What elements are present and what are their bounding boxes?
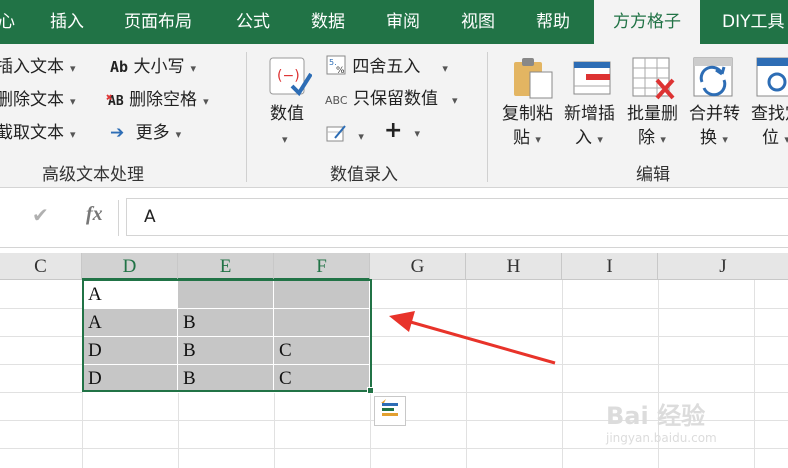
plus-icon: + bbox=[384, 118, 403, 143]
add-insert-label-2: 入 bbox=[575, 128, 592, 148]
column-header-g[interactable]: G bbox=[370, 253, 466, 280]
baidu-watermark-url: jingyan.baidu.com bbox=[606, 431, 717, 445]
keep-values-button[interactable]: ABC 只保留数值 ▾ bbox=[325, 88, 458, 112]
batch-delete-label-1: 批量删 bbox=[627, 104, 678, 124]
column-header-d[interactable]: D bbox=[82, 253, 178, 280]
extract-text-button[interactable]: 截取文本 ▾ bbox=[0, 122, 76, 146]
chevron-down-icon: ▾ bbox=[722, 133, 728, 146]
formula-bar-divider bbox=[118, 200, 119, 236]
remove-spaces-icon: ✖ AB bbox=[106, 91, 124, 109]
chevron-down-icon: ▾ bbox=[70, 95, 76, 108]
value-button-label: 数值 bbox=[270, 104, 304, 124]
change-case-label: 大小写 bbox=[133, 57, 185, 77]
column-header-h[interactable]: H bbox=[466, 253, 562, 280]
more-button[interactable]: ➔ 更多 ▾ bbox=[110, 122, 181, 146]
group-divider bbox=[487, 52, 488, 182]
fill-handle[interactable] bbox=[367, 387, 374, 394]
batch-delete-label-2: 除 bbox=[638, 128, 655, 148]
tab-help[interactable]: 帮助 bbox=[536, 0, 570, 44]
plus-button[interactable]: + ▾ bbox=[384, 120, 420, 145]
chevron-down-icon: ▾ bbox=[70, 128, 76, 141]
quick-analysis-icon bbox=[381, 399, 398, 416]
edit-grid-icon bbox=[326, 125, 346, 142]
delete-text-button[interactable]: 删除文本 ▾ bbox=[0, 89, 76, 113]
annotation-arrow-icon bbox=[389, 311, 556, 365]
chevron-down-icon: ▾ bbox=[282, 133, 288, 146]
copy-paste-label-1: 复制粘 bbox=[502, 104, 553, 124]
change-case-button[interactable]: Ab 大小写 ▾ bbox=[110, 56, 196, 80]
chevron-down-icon: ▾ bbox=[70, 62, 76, 75]
insert-text-label: 插入文本 bbox=[0, 57, 64, 77]
chevron-down-icon: ▾ bbox=[190, 62, 196, 75]
formula-input[interactable] bbox=[126, 198, 788, 236]
find-locate-label-1: 查找定 bbox=[751, 104, 788, 124]
chevron-down-icon: ▾ bbox=[660, 133, 666, 146]
clipboard-icon bbox=[514, 58, 553, 99]
case-icon: Ab bbox=[110, 58, 129, 76]
insert-function-icon[interactable]: fx bbox=[86, 203, 103, 226]
remove-spaces-button[interactable]: ✖ AB 删除空格 ▾ bbox=[106, 89, 209, 113]
column-header-j[interactable]: J bbox=[658, 253, 788, 280]
round-label: 四舍五入 bbox=[352, 57, 421, 77]
tab-formulas[interactable]: 公式 bbox=[236, 0, 270, 44]
add-insert-label-1: 新增插 bbox=[564, 104, 615, 124]
abc-icon: ABC bbox=[325, 94, 348, 107]
chevron-down-icon: ▾ bbox=[175, 128, 182, 141]
chevron-down-icon: ▾ bbox=[414, 127, 420, 140]
merge-convert-label-2: 换 bbox=[700, 128, 717, 148]
remove-spaces-label: 删除空格 bbox=[129, 90, 198, 110]
quick-analysis-button[interactable] bbox=[374, 396, 406, 426]
tab-review[interactable]: 审阅 bbox=[386, 0, 420, 44]
insert-text-button[interactable]: 插入文本 ▾ bbox=[0, 56, 76, 80]
chevron-down-icon: ▾ bbox=[203, 95, 209, 108]
merge-convert-label-1: 合并转 bbox=[689, 104, 740, 124]
selection-border bbox=[82, 279, 372, 392]
find-locate-icon bbox=[756, 57, 788, 97]
chevron-down-icon: ▾ bbox=[597, 133, 603, 146]
group-divider bbox=[246, 52, 247, 182]
round-button[interactable]: 5. % 四舍五入 ▾ bbox=[325, 54, 448, 80]
fill-edit-button[interactable]: ▾ bbox=[325, 122, 364, 148]
value-icon: (−) bbox=[269, 57, 312, 97]
chevron-down-icon: ▾ bbox=[442, 62, 448, 75]
chevron-down-icon: ▾ bbox=[535, 133, 541, 146]
round-icon: 5. % bbox=[326, 55, 346, 76]
svg-text:%: % bbox=[336, 66, 345, 76]
tab-page-layout[interactable]: 页面布局 bbox=[124, 0, 192, 44]
baidu-watermark: Bai 经验 bbox=[606, 402, 706, 430]
confirm-entry-icon[interactable]: ✔ bbox=[32, 203, 49, 227]
more-label: 更多 bbox=[135, 123, 170, 143]
svg-text:(−): (−) bbox=[277, 68, 300, 84]
chevron-down-icon: ▾ bbox=[358, 130, 364, 143]
chevron-down-icon: ▾ bbox=[784, 133, 788, 146]
column-header-c[interactable]: C bbox=[0, 253, 82, 280]
column-header-f[interactable]: F bbox=[274, 253, 370, 280]
ribbon-panel: 插入文本 ▾ 删除文本 ▾ 截取文本 ▾ Ab 大小写 ▾ ✖ AB 删除空格 ▾ ➔ 更多… bbox=[0, 44, 788, 188]
find-locate-label-2: 位 bbox=[762, 128, 779, 148]
keep-values-label: 只保留数值 bbox=[352, 89, 438, 109]
tab-diy-tools[interactable]: DIY工具 bbox=[722, 0, 785, 44]
group-label-value-entry: 数值录入 bbox=[330, 165, 398, 185]
tab-fangfang-gezi[interactable]: 方方格子 bbox=[594, 0, 700, 44]
column-header-e[interactable]: E bbox=[178, 253, 274, 280]
group-label-advanced-text: 高级文本处理 bbox=[42, 165, 144, 185]
column-header-i[interactable]: I bbox=[562, 253, 658, 280]
copy-paste-label-2: 贴 bbox=[513, 128, 530, 148]
insert-row-icon bbox=[573, 61, 611, 95]
delete-text-label: 删除文本 bbox=[0, 90, 64, 110]
arrow-right-icon: ➔ bbox=[110, 123, 125, 143]
extract-text-label: 截取文本 bbox=[0, 123, 64, 143]
tab-personal-center[interactable]: 心 bbox=[0, 0, 15, 44]
group-label-edit: 编辑 bbox=[636, 165, 670, 185]
tab-view[interactable]: 视图 bbox=[461, 0, 495, 44]
formula-bar-value: A bbox=[144, 207, 156, 227]
chevron-down-icon: ▾ bbox=[451, 94, 458, 107]
tab-data[interactable]: 数据 bbox=[311, 0, 345, 44]
ribbon-tab-bar: 心 插入 页面布局 公式 数据 审阅 视图 帮助 方方格子 DIY工具 bbox=[0, 0, 788, 44]
batch-delete-icon bbox=[632, 57, 675, 100]
tab-insert[interactable]: 插入 bbox=[50, 0, 84, 44]
merge-convert-icon bbox=[693, 57, 733, 97]
